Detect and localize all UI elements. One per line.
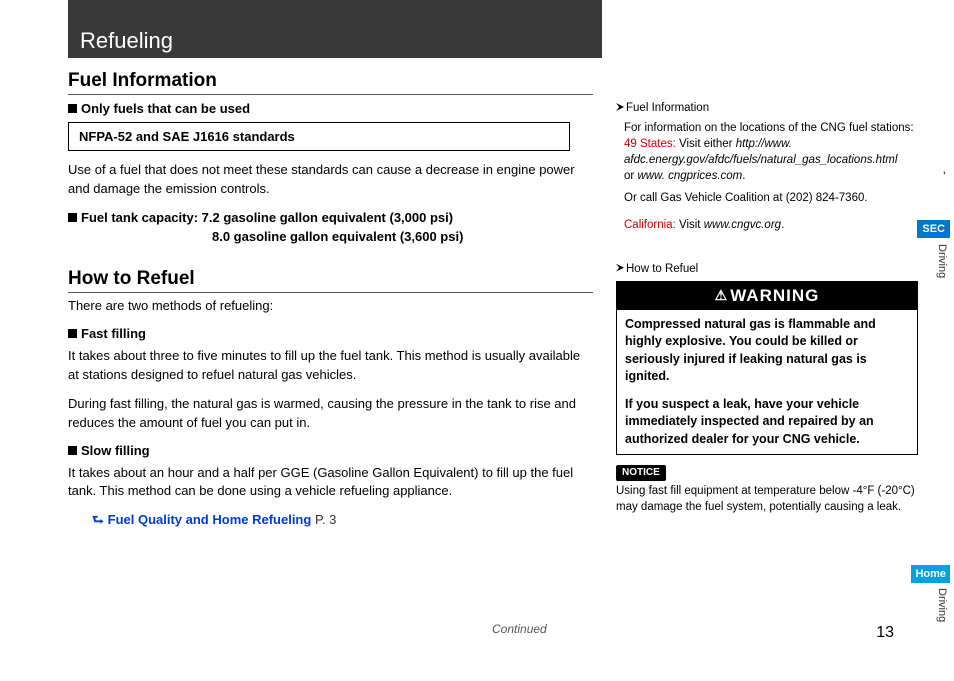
- page: Refueling Fuel Information Only fuels th…: [32, 0, 922, 660]
- california-label: California:: [624, 219, 676, 231]
- crossref-link[interactable]: ⮑ Fuel Quality and Home Refueling P. 3: [92, 511, 593, 533]
- refuel-intro: There are two methods of refueling:: [68, 297, 593, 316]
- crossref-page: P. 3: [315, 512, 336, 527]
- how-to-refuel-heading: How to Refuel: [68, 268, 593, 293]
- tab-home[interactable]: Home: [911, 565, 950, 583]
- warning-p2: If you suspect a leak, have your vehicle…: [625, 396, 909, 449]
- page-number: 13: [876, 624, 894, 642]
- side-tabs: SEC Driving Home Driving: [914, 0, 954, 681]
- slow-filling-subhead: Slow filling: [68, 443, 593, 458]
- standards-box: NFPA-52 and SAE J1616 standards: [68, 122, 570, 151]
- continued-label: Continued: [492, 622, 547, 636]
- side-column: Fuel Information For information on the …: [616, 100, 918, 515]
- fast-filling-p2: During fast filling, the natural gas is …: [68, 395, 593, 433]
- only-fuels-subhead: Only fuels that can be used: [68, 101, 593, 116]
- fuel-information-heading: Fuel Information: [68, 70, 593, 95]
- warning-header: ⚠WARNING: [617, 282, 917, 310]
- states-line: 49 States: Visit either http://www. afdc…: [624, 136, 918, 168]
- section-banner: Refueling: [68, 0, 602, 58]
- side-how-head: How to Refuel: [616, 261, 918, 277]
- warning-body: Compressed natural gas is flammable and …: [617, 310, 917, 455]
- tab-driving-label-2: Driving: [936, 588, 948, 622]
- states-label: 49 States:: [624, 138, 676, 150]
- warning-triangle-icon: ⚠: [715, 286, 729, 306]
- fuel-capacity-block: Fuel tank capacity: 7.2 gasoline gallon …: [68, 209, 593, 247]
- crossref-label: Fuel Quality and Home Refueling: [108, 512, 312, 527]
- slow-filling-label: Slow filling: [81, 443, 150, 458]
- warning-box: ⚠WARNING Compressed natural gas is flamm…: [616, 281, 918, 455]
- tab-driving-label: Driving: [936, 244, 948, 278]
- banner-title: Refueling: [68, 0, 602, 54]
- or-text: or: [624, 170, 634, 182]
- notice-text: Using fast fill equipment at temperature…: [616, 483, 918, 515]
- fast-filling-p1: It takes about three to five minutes to …: [68, 347, 593, 385]
- notice-tag: NOTICE: [616, 465, 666, 481]
- slow-filling-p1: It takes about an hour and a half per GG…: [68, 464, 593, 502]
- california-line: California: Visit www.cngvc.org.: [624, 217, 918, 233]
- or-line: or www. cngprices.com.: [624, 168, 918, 184]
- square-bullet-icon: [68, 213, 77, 222]
- california-text: Visit: [679, 219, 701, 231]
- square-bullet-icon: [68, 446, 77, 455]
- california-url[interactable]: www.cngvc.org: [704, 219, 781, 231]
- states-url2[interactable]: www. cngprices.com: [637, 170, 742, 182]
- fast-filling-label: Fast filling: [81, 326, 146, 341]
- fast-filling-subhead: Fast filling: [68, 326, 593, 341]
- tab-sec[interactable]: SEC: [917, 220, 950, 238]
- side-how-label: How to Refuel: [626, 263, 698, 275]
- side-fuel-info-label: Fuel Information: [626, 102, 709, 114]
- side-fuel-info-head: Fuel Information: [616, 100, 918, 116]
- capacity-line1: 7.2 gasoline gallon equivalent (3,000 ps…: [202, 210, 453, 225]
- nonconforming-fuel-text: Use of a fuel that does not meet these s…: [68, 161, 593, 199]
- main-column: Fuel Information Only fuels that can be …: [68, 70, 593, 533]
- states-text: Visit either: [679, 138, 732, 150]
- square-bullet-icon: [68, 329, 77, 338]
- side-fuel-info-body: For information on the locations of the …: [616, 120, 918, 233]
- locations-intro: For information on the locations of the …: [624, 120, 918, 136]
- capacity-label: Fuel tank capacity:: [81, 210, 198, 225]
- call-text: Or call Gas Vehicle Coalition at (202) 8…: [624, 190, 918, 206]
- only-fuels-label: Only fuels that can be used: [81, 101, 250, 116]
- warning-title: WARNING: [730, 286, 819, 305]
- capacity-line2: 8.0 gasoline gallon equivalent (3,600 ps…: [68, 228, 593, 247]
- square-bullet-icon: [68, 104, 77, 113]
- link-arrow-icon: ⮑: [92, 511, 104, 533]
- warning-p1: Compressed natural gas is flammable and …: [625, 316, 909, 386]
